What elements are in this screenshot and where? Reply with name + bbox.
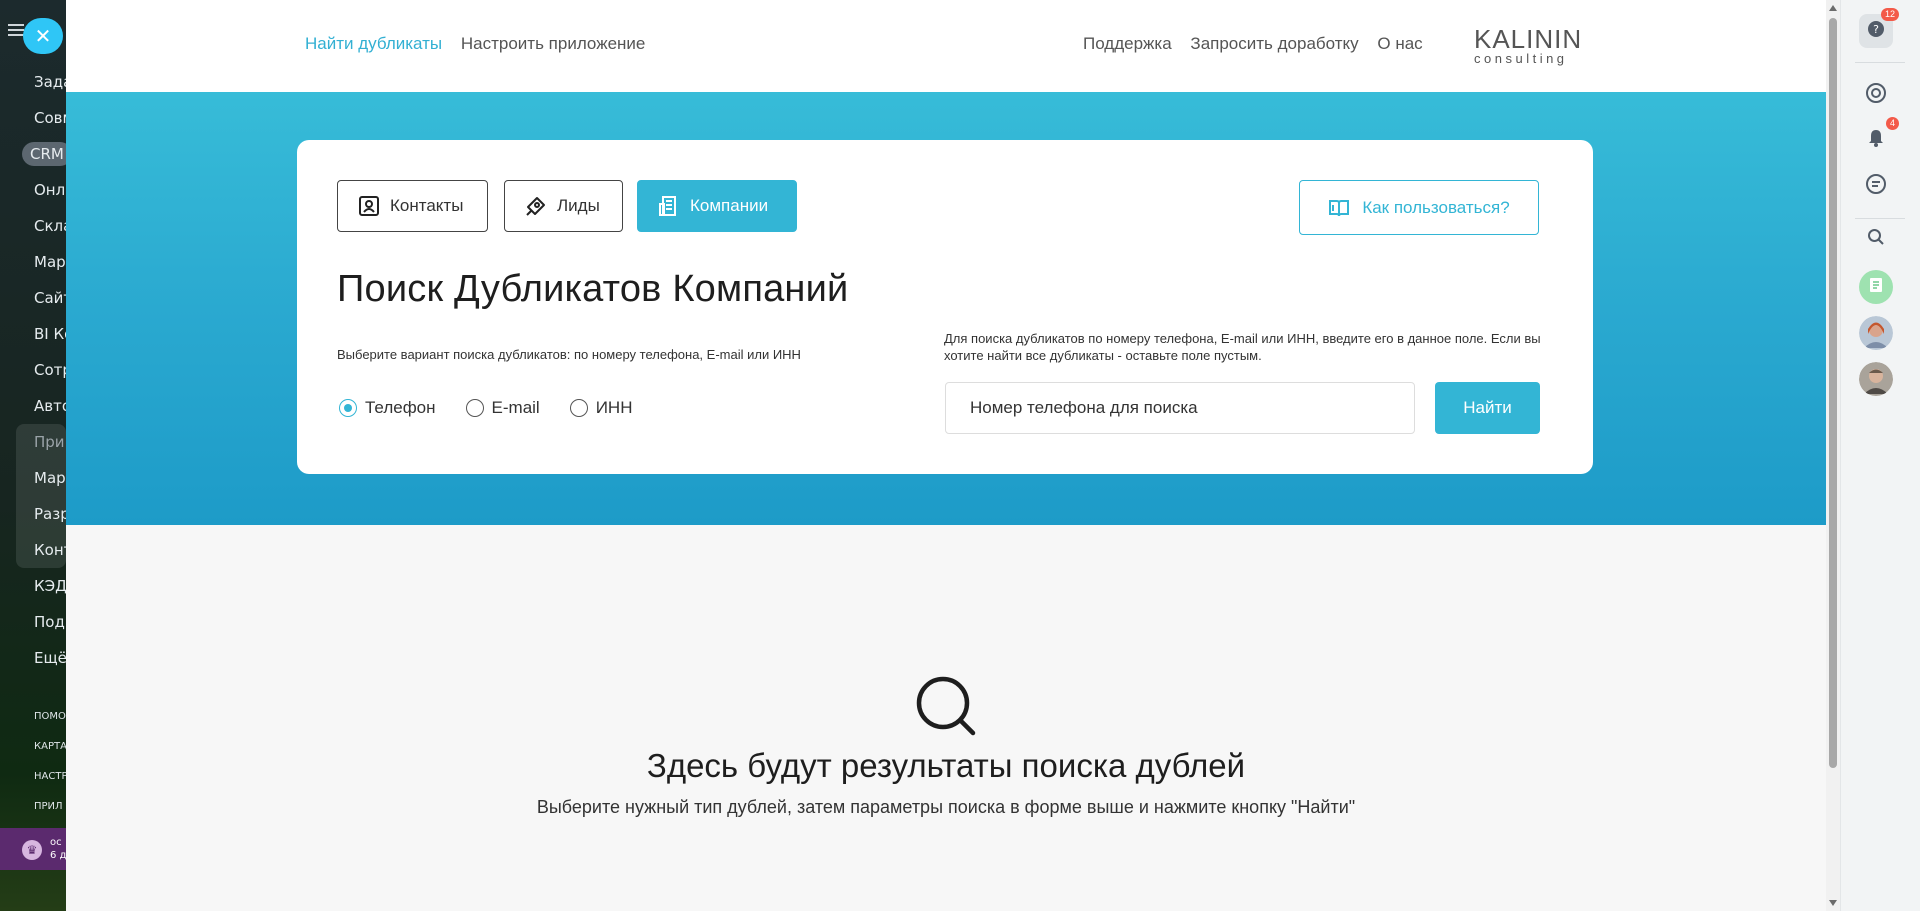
scroll-down-arrow[interactable]	[1829, 900, 1837, 906]
chat-button[interactable]	[1859, 169, 1893, 203]
sidebar-group-apps: При Мар Разр Конт	[16, 424, 66, 568]
sidebar-item[interactable]: При	[16, 424, 66, 460]
lead-tag-icon	[525, 195, 547, 217]
sidebar-item[interactable]: BI Ко	[0, 316, 66, 352]
search-icon	[1867, 228, 1885, 250]
scroll-up-arrow[interactable]	[1829, 5, 1837, 11]
divider	[1855, 218, 1905, 219]
tab-leads[interactable]: Лиды	[504, 180, 623, 232]
app-chat-avatar[interactable]	[1859, 270, 1893, 304]
sidebar-item[interactable]: Скла	[0, 208, 66, 244]
notification-badge: 4	[1885, 117, 1899, 130]
help-icon: ?	[1867, 20, 1885, 42]
sidebar-item[interactable]: Мар	[16, 460, 66, 496]
kalinin-logo[interactable]: KALININ consulting	[1474, 26, 1582, 65]
radio-dot[interactable]	[339, 399, 357, 417]
radio-label: ИНН	[595, 398, 633, 417]
divider	[1855, 62, 1905, 63]
notifications-button[interactable]: 4	[1859, 117, 1899, 157]
search-button[interactable]	[1859, 222, 1893, 256]
help-button[interactable]: ? 12	[1859, 8, 1899, 48]
radio-email[interactable]: E-mail	[465, 398, 540, 418]
sidebar-small-item[interactable]: НАСТР	[0, 762, 66, 792]
tab-companies[interactable]: Компании	[637, 180, 797, 232]
tab-label: Контакты	[390, 196, 464, 215]
results-subtitle: Выберите нужный тип дублей, затем параме…	[536, 797, 1356, 817]
how-to-use-label: Как пользоваться?	[1362, 197, 1510, 217]
nav-support[interactable]: Поддержка	[1083, 34, 1172, 53]
nav-right: Поддержка Запросить доработку О нас	[1083, 34, 1437, 54]
sidebar-item[interactable]: Сайт	[0, 280, 66, 316]
nav-find-duplicates[interactable]: Найти дубликаты	[305, 34, 442, 53]
tab-label: Компании	[690, 196, 769, 215]
sidebar-item[interactable]: Онла	[0, 172, 66, 208]
close-slider-button[interactable]: ✕	[23, 18, 63, 54]
radio-dot[interactable]	[569, 399, 588, 417]
chat-icon	[1865, 173, 1887, 199]
sidebar-item[interactable]: Совм	[0, 100, 66, 136]
phone-search-input[interactable]	[945, 382, 1415, 434]
radio-phone[interactable]: Телефон	[339, 398, 436, 418]
sidebar-item[interactable]: Сотр	[0, 352, 66, 388]
menu-icon[interactable]	[8, 24, 24, 36]
plan-promo[interactable]: ♛ ос 6 д	[0, 828, 66, 870]
sidebar-item[interactable]: КЭД	[0, 568, 66, 604]
vertical-scrollbar[interactable]	[1826, 0, 1840, 911]
sidebar-small-item[interactable]: ПОМО	[0, 702, 66, 732]
sidebar-item[interactable]: Мар	[0, 244, 66, 280]
search-card: Контакты Лиды Компании Как пользоваться?	[297, 140, 1593, 474]
tab-contacts[interactable]: Контакты	[337, 180, 488, 232]
search-mode-radios: Телефон E-mail ИНН	[339, 398, 662, 418]
crown-icon: ♛	[22, 840, 42, 860]
sidebar-item[interactable]: Ещё	[0, 640, 66, 676]
sidebar-small-item[interactable]: КАРТА	[0, 732, 66, 762]
copilot-button[interactable]	[1859, 78, 1893, 112]
sidebar-item[interactable]: Подп	[0, 604, 66, 640]
tab-label: Лиды	[557, 196, 600, 215]
sidebar-item[interactable]: Разр	[16, 496, 66, 532]
nav-left: Найти дубликаты Настроить приложение	[305, 34, 659, 54]
svg-text:?: ?	[1873, 23, 1879, 36]
hero-section: Контакты Лиды Компании Как пользоваться?	[66, 92, 1826, 525]
book-icon	[1328, 198, 1350, 218]
logo-line1: KALININ	[1474, 24, 1583, 54]
avatar[interactable]	[1859, 316, 1893, 350]
page-title: Поиск Дубликатов Компаний	[337, 268, 849, 310]
copilot-icon	[1865, 82, 1887, 108]
document-icon	[1867, 276, 1885, 298]
nav-request-feature[interactable]: Запросить доработку	[1190, 34, 1358, 53]
radio-label: E-mail	[491, 398, 540, 417]
top-navigation: Найти дубликаты Настроить приложение Под…	[66, 0, 1826, 92]
left-sidebar: ✕ Зада Совм CRM Онла Скла Мар Сайт BI Ко…	[0, 0, 66, 911]
search-icon	[913, 673, 979, 744]
company-building-icon	[658, 195, 680, 217]
sidebar-item[interactable]: Конт	[16, 532, 66, 568]
search-field-hint: Для поиска дубликатов по номеру телефона…	[944, 331, 1541, 363]
how-to-use-button[interactable]: Как пользоваться?	[1299, 180, 1539, 235]
find-button[interactable]: Найти	[1435, 382, 1540, 434]
logo-line2: consulting	[1474, 51, 1568, 66]
sidebar-item[interactable]: Зада	[0, 64, 66, 100]
help-badge: 12	[1880, 8, 1899, 21]
sidebar-item[interactable]: Авто	[0, 388, 66, 424]
contact-card-icon	[358, 195, 380, 217]
scrollbar-thumb[interactable]	[1829, 18, 1837, 768]
sidebar-item-crm[interactable]: CRM	[0, 136, 66, 172]
right-panel: ? 12 4	[1840, 0, 1920, 911]
nav-configure-app[interactable]: Настроить приложение	[461, 34, 646, 53]
sidebar-item-label: CRM	[22, 142, 66, 166]
results-title: Здесь будут результаты поиска дублей	[646, 747, 1246, 784]
results-placeholder: Здесь будут результаты поиска дублей Выб…	[66, 525, 1826, 911]
promo-text: ос 6 д	[50, 837, 66, 861]
avatar[interactable]	[1859, 362, 1893, 396]
bell-icon	[1866, 128, 1886, 152]
search-mode-hint: Выберите вариант поиска дубликатов: по н…	[337, 347, 801, 362]
nav-about[interactable]: О нас	[1377, 34, 1422, 53]
radio-inn[interactable]: ИНН	[569, 398, 633, 418]
sidebar-small-item[interactable]: ПРИЛ	[0, 792, 66, 822]
radio-dot[interactable]	[465, 399, 484, 417]
sidebar-menu: Зада Совм CRM Онла Скла Мар Сайт BI Ко С…	[0, 64, 66, 822]
radio-label: Телефон	[365, 398, 436, 417]
app-frame: Найти дубликаты Настроить приложение Под…	[66, 0, 1826, 911]
